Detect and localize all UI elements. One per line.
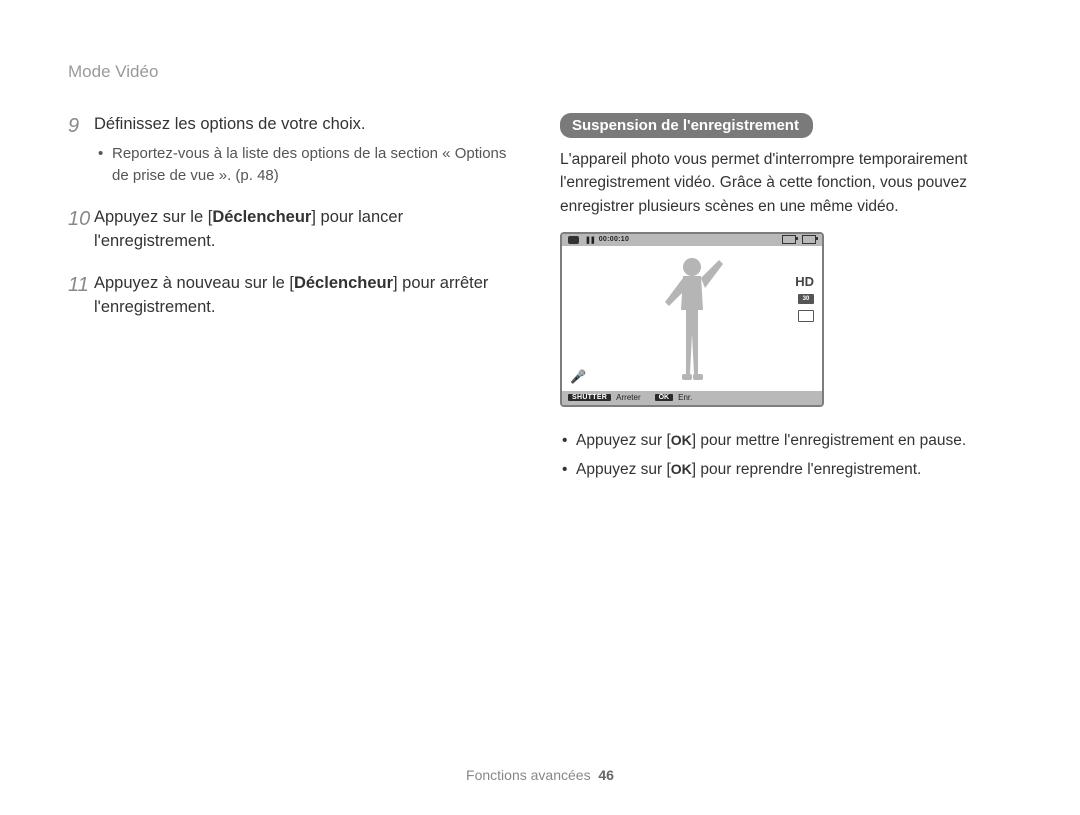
pause-icon: ❚❚ — [585, 236, 595, 244]
ok-label: OK — [655, 394, 674, 401]
step-sub-bullet: Reportez-vous à la liste des options de … — [94, 143, 522, 188]
storage-icon — [798, 310, 814, 322]
lcd-bottom-bar: SHUTTER Arreter OK Enr. — [562, 391, 822, 405]
card-icon — [782, 235, 796, 244]
lcd-screenshot: ❚❚ 00:00:10 HD 30 — [560, 232, 824, 407]
ok-inline: OK — [671, 432, 692, 448]
bullet-pause: Appuyez sur [OK] pour mettre l'enregistr… — [560, 429, 1014, 454]
camcorder-icon — [568, 236, 579, 244]
ok-inline: OK — [671, 461, 692, 477]
step-text: Définissez les options de votre choix. — [94, 115, 365, 133]
breadcrumb: Mode Vidéo — [68, 62, 158, 82]
mic-icon: 🎤 — [570, 369, 586, 385]
page-footer: Fonctions avancées 46 — [0, 767, 1080, 783]
step-text-before: Appuyez à nouveau sur le [ — [94, 274, 294, 292]
footer-page-number: 46 — [598, 767, 614, 783]
intro-paragraph: L'appareil photo vous permet d'interromp… — [560, 148, 1014, 218]
step-bold: Déclencheur — [294, 274, 393, 292]
lcd-top-bar: ❚❚ 00:00:10 — [562, 234, 822, 246]
hd-label: HD — [795, 274, 814, 289]
battery-icon — [802, 235, 816, 244]
step-11: 11 Appuyez à nouveau sur le [Déclencheur… — [68, 272, 522, 320]
step-number: 11 — [68, 272, 94, 297]
step-bold: Déclencheur — [212, 208, 311, 226]
person-silhouette-icon — [657, 254, 727, 386]
shutter-text: Arreter — [616, 393, 640, 402]
lcd-timecode: 00:00:10 — [599, 236, 629, 243]
left-column: 9 Définissez les options de votre choix.… — [68, 113, 522, 338]
step-9: 9 Définissez les options de votre choix.… — [68, 113, 522, 188]
footer-section: Fonctions avancées — [466, 767, 591, 783]
section-pill: Suspension de l'enregistrement — [560, 113, 813, 138]
bullet-text-before: Appuyez sur [ — [576, 461, 671, 478]
bullet-text-after: ] pour reprendre l'enregistrement. — [692, 461, 922, 478]
ok-text: Enr. — [678, 393, 692, 402]
bullet-resume: Appuyez sur [OK] pour reprendre l'enregi… — [560, 458, 1014, 483]
shutter-label: SHUTTER — [568, 394, 611, 401]
step-10: 10 Appuyez sur le [Déclencheur] pour lan… — [68, 206, 522, 254]
step-text-before: Appuyez sur le [ — [94, 208, 212, 226]
lcd-main-area: HD 30 🎤 — [562, 246, 822, 391]
ok-instructions: Appuyez sur [OK] pour mettre l'enregistr… — [560, 429, 1014, 483]
step-number: 10 — [68, 206, 94, 231]
fps-icon: 30 — [798, 294, 814, 304]
bullet-text-before: Appuyez sur [ — [576, 432, 671, 449]
step-number: 9 — [68, 113, 94, 138]
manual-page: Mode Vidéo 9 Définissez les options de v… — [0, 0, 1080, 815]
bullet-text-after: ] pour mettre l'enregistrement en pause. — [692, 432, 966, 449]
right-column: Suspension de l'enregistrement L'apparei… — [560, 113, 1014, 486]
